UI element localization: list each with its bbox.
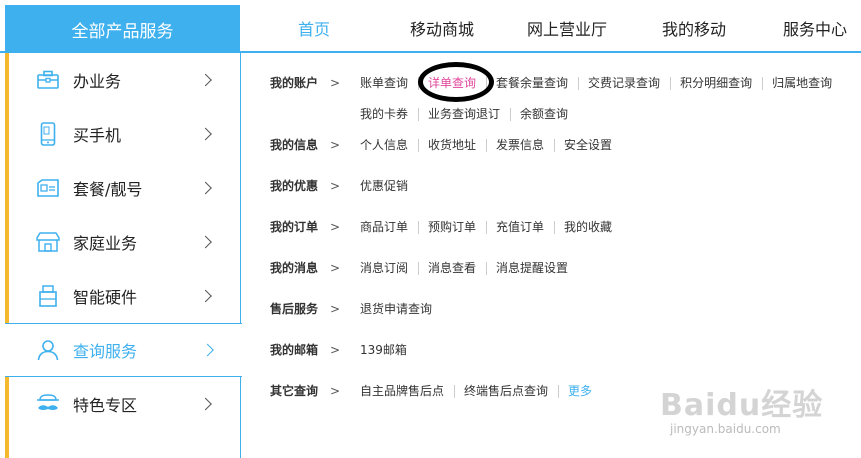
row-links: 139邮箱 — [360, 335, 850, 376]
sidebar-item-smart-hardware[interactable]: 智能硬件 — [9, 269, 240, 323]
nav-online-hall[interactable]: 网上营业厅 — [496, 5, 638, 51]
nav-mobile-mall[interactable]: 移动商城 — [388, 5, 496, 51]
link-shipping-address[interactable]: 收货地址 — [418, 130, 486, 171]
link-return-request-query[interactable]: 退货申请查询 — [360, 294, 442, 335]
link-payment-record-query[interactable]: 交费记录查询 — [578, 68, 670, 99]
sidebar-item-label: 套餐/靓号 — [73, 180, 143, 199]
row-arrow: > — [330, 220, 341, 234]
sidebar-item-label: 特色专区 — [73, 396, 138, 415]
sidebar-item-plans-numbers[interactable]: 套餐/靓号 — [9, 161, 240, 215]
link-personal-info[interactable]: 个人信息 — [360, 130, 418, 171]
row-links: 商品订单 预购订单 充值订单 我的收藏 — [360, 212, 850, 253]
link-message-reminder-settings[interactable]: 消息提醒设置 — [486, 253, 578, 294]
row-arrow: > — [330, 302, 341, 316]
row-label: 我的信息 — [270, 138, 319, 152]
sidebar-item-label: 买手机 — [73, 126, 122, 145]
sidebar-item-label: 查询服务 — [73, 342, 138, 361]
sidebar-item-business[interactable]: 办业务 — [9, 53, 240, 107]
row-links: 退货申请查询 — [360, 294, 850, 335]
link-message-subscribe[interactable]: 消息订阅 — [360, 253, 418, 294]
sidebar-item-label: 智能硬件 — [73, 288, 138, 307]
row-links: 消息订阅 消息查看 消息提醒设置 — [360, 253, 850, 294]
nav-home[interactable]: 首页 — [240, 5, 388, 51]
main-nav: 首页 移动商城 网上营业厅 我的移动 服务中心 — [240, 5, 861, 51]
sidebar-item-query-service[interactable]: 查询服务 — [5, 323, 242, 377]
row-arrow: > — [330, 384, 341, 398]
top-bar: 全部产品服务 首页 移动商城 网上营业厅 我的移动 服务中心 — [0, 0, 861, 53]
link-location-query[interactable]: 归属地查询 — [762, 68, 842, 99]
sim-card-icon — [35, 175, 61, 201]
phone-icon — [35, 121, 61, 147]
sidebar-item-buy-phone[interactable]: 买手机 — [9, 107, 240, 161]
link-promotions[interactable]: 优惠促销 — [360, 171, 418, 212]
user-icon — [35, 337, 61, 363]
sidebar-item-label: 办业务 — [73, 72, 122, 91]
link-bill-query[interactable]: 账单查询 — [360, 68, 418, 99]
briefcase-icon — [35, 67, 61, 93]
sidebar: 办业务 买手机 套餐/靓号 家庭业务 智能硬件 查询服务 特色专区 — [5, 53, 242, 458]
link-device-service-point-query[interactable]: 终端售后点查询 — [454, 376, 558, 417]
link-points-detail-query[interactable]: 积分明细查询 — [670, 68, 762, 99]
house-icon — [35, 229, 61, 255]
watermark-logo-text: Baidu经验 — [660, 388, 824, 423]
row-arrow: > — [330, 138, 341, 152]
link-plan-balance-query[interactable]: 套餐余量查询 — [486, 68, 578, 99]
row-my-offers: 我的优惠 > 优惠促销 — [270, 171, 850, 212]
nav-my-mobile[interactable]: 我的移动 — [638, 5, 750, 51]
nav-service-center[interactable]: 服务中心 — [750, 5, 861, 51]
watermark-url: jingyan.baidu.com — [670, 422, 781, 436]
sidebar-item-featured[interactable]: 特色专区 — [9, 377, 240, 431]
row-label: 我的邮箱 — [270, 343, 319, 357]
link-my-favorites[interactable]: 我的收藏 — [554, 212, 622, 253]
usb-device-icon — [35, 283, 61, 309]
row-my-messages: 我的消息 > 消息订阅 消息查看 消息提醒设置 — [270, 253, 850, 294]
all-products-button[interactable]: 全部产品服务 — [5, 5, 240, 53]
baidu-watermark: Baidu经验 jingyan.baidu.com — [660, 380, 860, 450]
row-arrow: > — [330, 343, 341, 357]
sidebar-item-family[interactable]: 家庭业务 — [9, 215, 240, 269]
link-message-view[interactable]: 消息查看 — [418, 253, 486, 294]
link-139-mailbox[interactable]: 139邮箱 — [360, 335, 417, 376]
link-invoice-info[interactable]: 发票信息 — [486, 130, 554, 171]
link-more[interactable]: 更多 — [558, 376, 602, 417]
row-label: 我的账户 — [270, 76, 319, 90]
mustache-icon — [35, 391, 61, 417]
row-my-account: 我的账户 > 账单查询 详单查询 套餐余量查询 交费记录查询 积分明细查询 归属… — [270, 68, 850, 130]
row-links: 优惠促销 — [360, 171, 850, 212]
row-arrow: > — [330, 261, 341, 275]
link-balance-query[interactable]: 余额查询 — [510, 99, 578, 130]
row-my-mailbox: 我的邮箱 > 139邮箱 — [270, 335, 850, 376]
row-my-orders: 我的订单 > 商品订单 预购订单 充值订单 我的收藏 — [270, 212, 850, 253]
sidebar-item-label: 家庭业务 — [73, 234, 138, 253]
annotation-circle — [418, 62, 494, 102]
link-own-brand-service-point[interactable]: 自主品牌售后点 — [360, 376, 454, 417]
row-arrow: > — [330, 179, 341, 193]
row-label: 我的订单 — [270, 220, 319, 234]
link-my-coupons[interactable]: 我的卡券 — [360, 99, 418, 130]
row-links: 个人信息 收货地址 发票信息 安全设置 — [360, 130, 850, 171]
row-my-info: 我的信息 > 个人信息 收货地址 发票信息 安全设置 — [270, 130, 850, 171]
link-security-settings[interactable]: 安全设置 — [554, 130, 622, 171]
link-service-unsubscribe[interactable]: 业务查询退订 — [418, 99, 510, 130]
row-label: 售后服务 — [270, 302, 319, 316]
row-label: 其它查询 — [270, 384, 319, 398]
row-arrow: > — [330, 76, 341, 90]
link-preorders[interactable]: 预购订单 — [418, 212, 486, 253]
row-after-sales: 售后服务 > 退货申请查询 — [270, 294, 850, 335]
query-links-panel: 我的账户 > 账单查询 详单查询 套餐余量查询 交费记录查询 积分明细查询 归属… — [270, 68, 850, 417]
row-label: 我的优惠 — [270, 179, 319, 193]
row-label: 我的消息 — [270, 261, 319, 275]
link-product-orders[interactable]: 商品订单 — [360, 212, 418, 253]
link-recharge-orders[interactable]: 充值订单 — [486, 212, 554, 253]
